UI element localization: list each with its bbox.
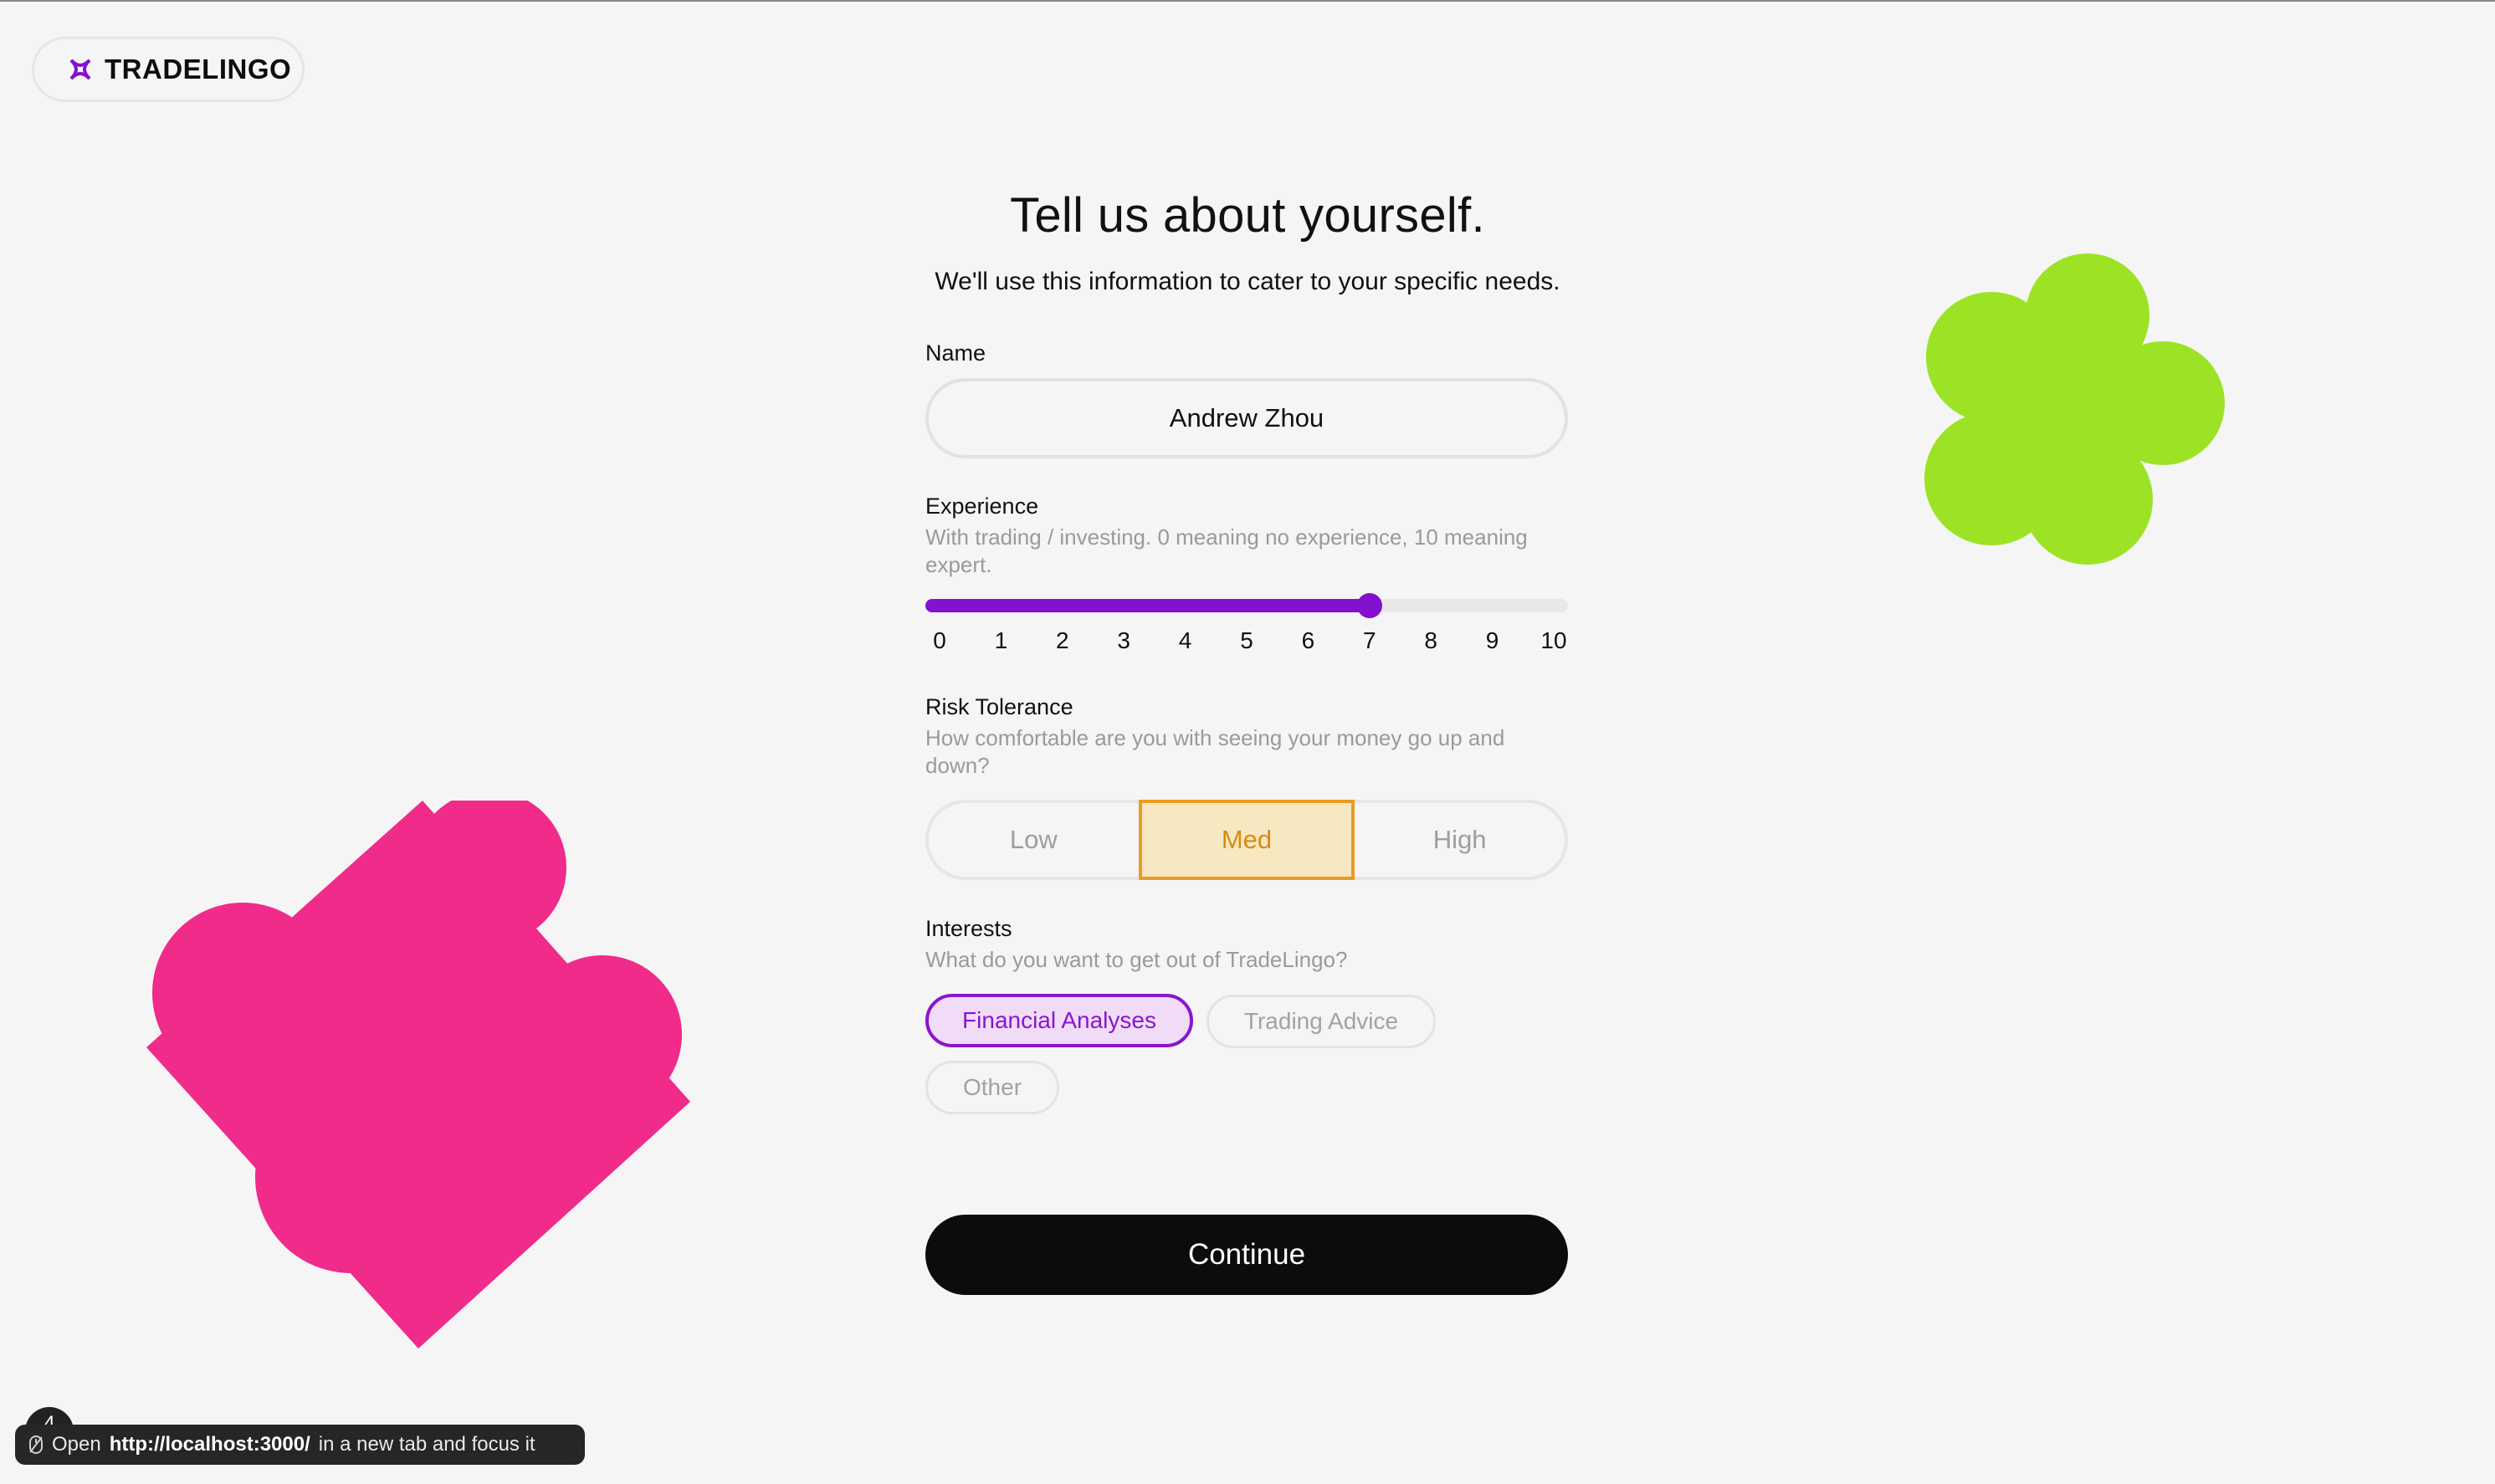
experience-tick: 5 xyxy=(1240,627,1253,653)
brand-logo[interactable]: TRADELINGO xyxy=(32,37,305,102)
interest-chip-trading-advice[interactable]: Trading Advice xyxy=(1207,995,1436,1048)
risk-option-low[interactable]: Low xyxy=(929,803,1139,877)
experience-scale: 0 1 2 3 4 5 6 7 8 9 10 xyxy=(925,627,1568,656)
risk-hint: How comfortable are you with seeing your… xyxy=(925,725,1505,778)
experience-tick: 0 xyxy=(933,627,946,653)
link-hint-toast: Open http://localhost:3000/ in a new tab… xyxy=(15,1425,585,1465)
risk-option-med[interactable]: Med xyxy=(1138,800,1355,880)
experience-tick: 6 xyxy=(1301,627,1315,653)
experience-tick: 7 xyxy=(1363,627,1376,653)
experience-slider-fill xyxy=(925,599,1370,612)
experience-tick: 1 xyxy=(994,627,1008,653)
pink-scallop-decoration xyxy=(146,801,690,1348)
interests-label: Interests xyxy=(925,916,1012,941)
experience-tick: 9 xyxy=(1485,627,1499,653)
experience-tick: 3 xyxy=(1117,627,1130,653)
name-label: Name xyxy=(925,340,986,366)
experience-tick: 4 xyxy=(1178,627,1192,653)
interests-hint: What do you want to get out of TradeLing… xyxy=(925,947,1348,972)
experience-hint: With trading / investing. 0 meaning no e… xyxy=(925,525,1528,577)
experience-tick: 2 xyxy=(1056,627,1069,653)
toast-suffix: in a new tab and focus it xyxy=(318,1433,535,1456)
interest-chip-financial-analyses[interactable]: Financial Analyses xyxy=(925,994,1193,1047)
interest-chip-other[interactable]: Other xyxy=(925,1061,1059,1114)
brand-name: TRADELINGO xyxy=(105,54,292,84)
experience-label: Experience xyxy=(925,494,1039,519)
risk-label: Risk Tolerance xyxy=(925,694,1073,719)
knot-logo-icon xyxy=(69,59,91,80)
experience-slider-thumb[interactable] xyxy=(1356,593,1382,618)
risk-tolerance-selector: Low Med High xyxy=(925,800,1568,880)
toast-url[interactable]: http://localhost:3000/ xyxy=(110,1433,310,1456)
risk-option-high[interactable]: High xyxy=(1355,803,1565,877)
continue-button[interactable]: Continue xyxy=(925,1215,1568,1295)
experience-slider[interactable] xyxy=(925,593,1568,618)
name-input[interactable]: Andrew Zhou xyxy=(925,378,1568,458)
mouse-icon xyxy=(29,1435,43,1454)
toast-prefix: Open xyxy=(52,1433,101,1456)
green-flower-decoration xyxy=(1924,253,2225,565)
page-title: Tell us about yourself. xyxy=(1010,188,1485,243)
experience-tick: 8 xyxy=(1424,627,1437,653)
experience-tick: 10 xyxy=(1540,627,1567,653)
